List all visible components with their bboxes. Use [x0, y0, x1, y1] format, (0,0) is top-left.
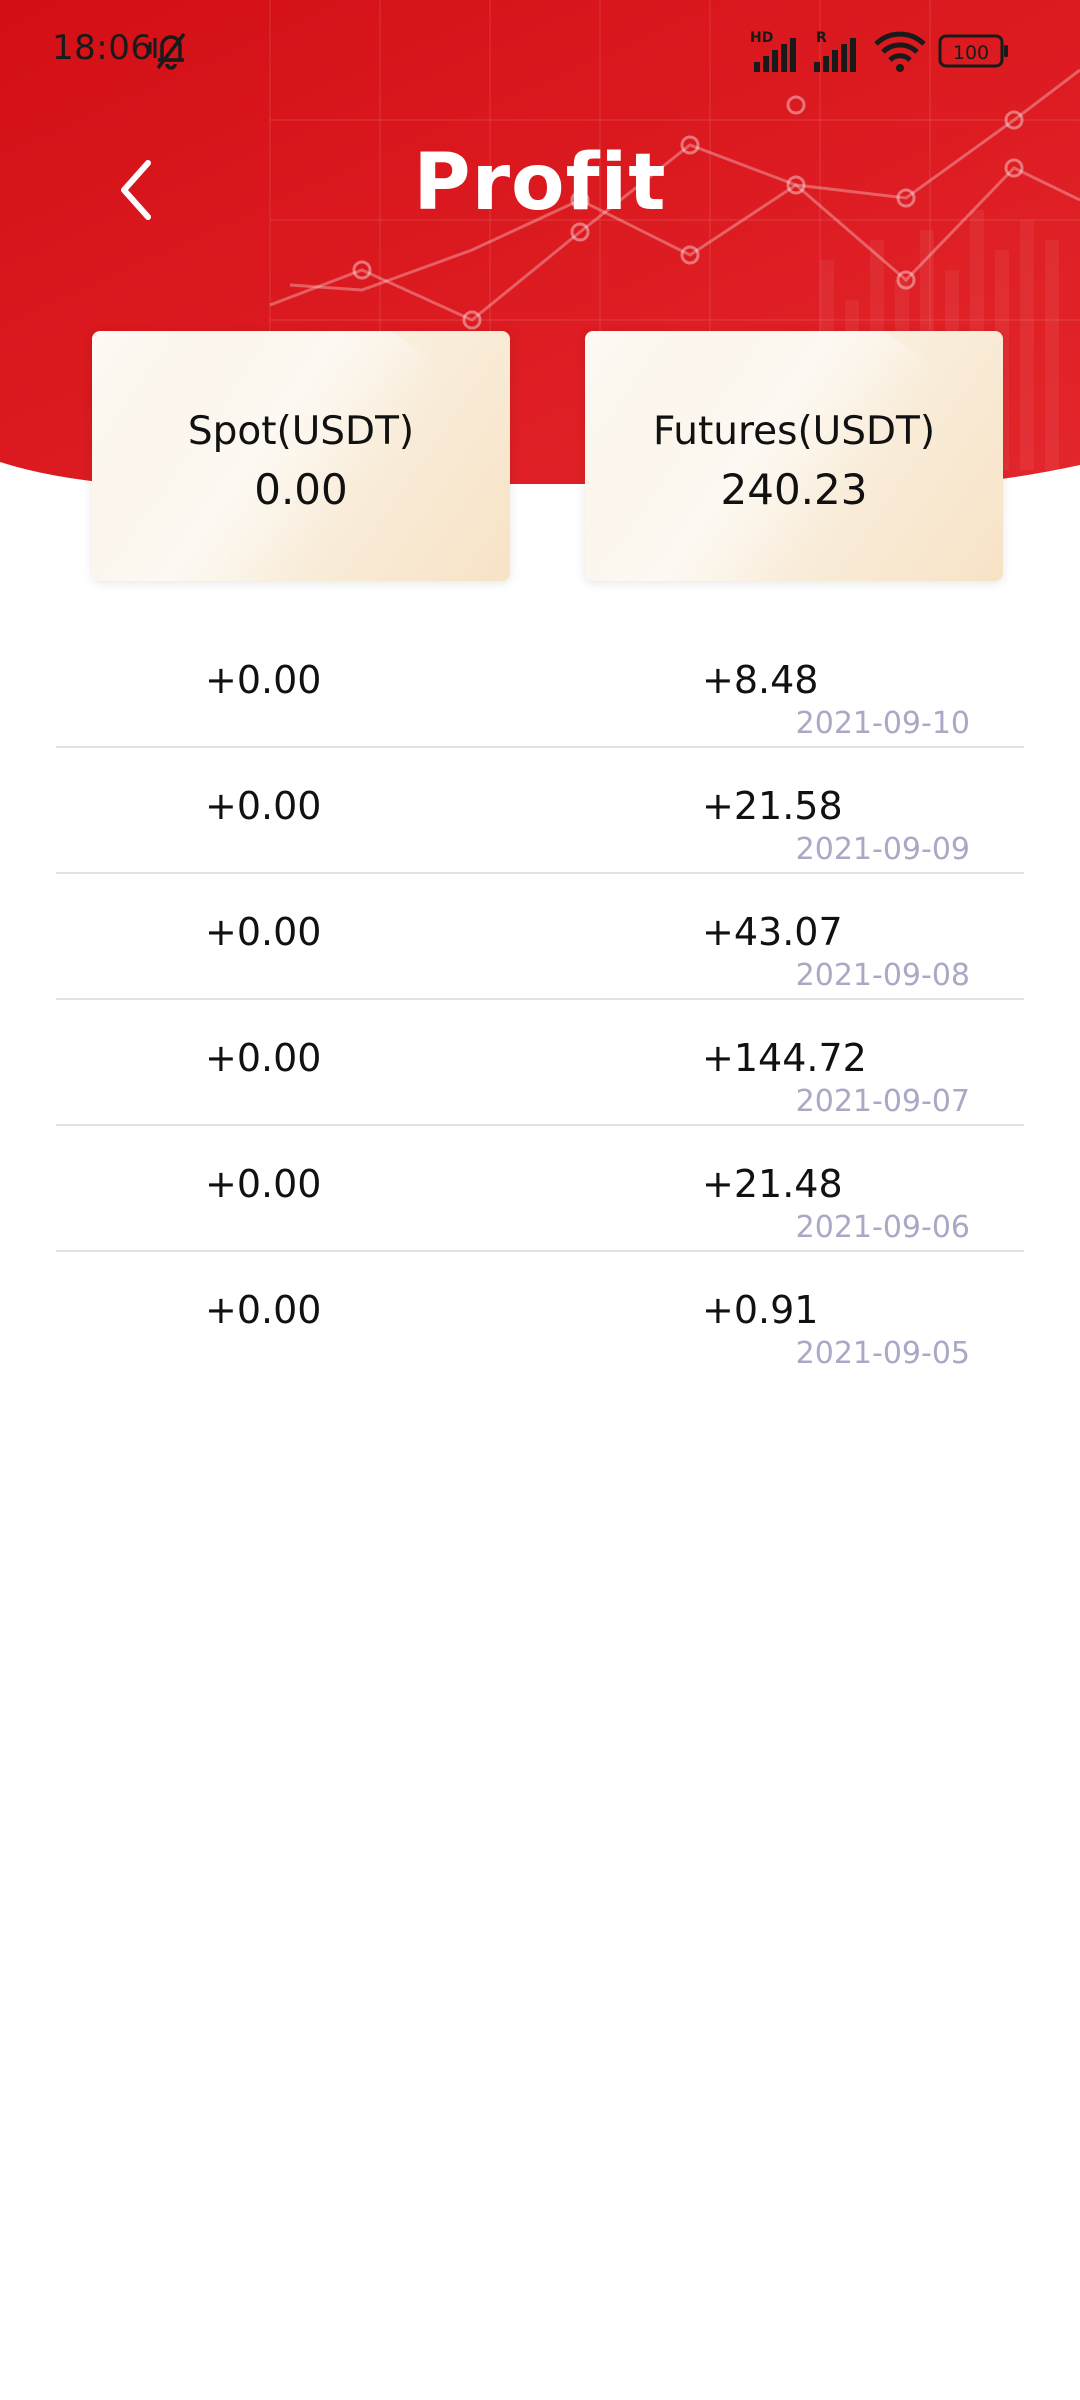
spot-label: Spot(USDT) [187, 409, 415, 454]
spot-profit: +0.00 [205, 1288, 322, 1332]
list-item: +0.00 +21.48 2021-09-06 [56, 1126, 1024, 1252]
list-item: +0.00 +144.72 2021-09-07 [56, 1000, 1024, 1126]
futures-profit: +0.91 [702, 1288, 819, 1332]
status-icons: HD R 100 [750, 22, 1080, 78]
profit-record-list: +0.00 +8.48 2021-09-10 +0.00 +21.58 2021… [56, 622, 1024, 1376]
futures-profit: +21.58 [702, 784, 843, 828]
battery-level: 100 [953, 42, 989, 64]
profit-page: 18:06 HD R 100 Profit Spot(USDT) 0.00 Fu… [0, 0, 1080, 2400]
record-date: 2021-09-05 [795, 1336, 970, 1371]
signal-r-icon: R [814, 30, 856, 72]
status-time: 18:06 [52, 28, 153, 68]
wifi-icon [874, 31, 926, 72]
signal-hd-icon: HD [750, 30, 796, 72]
futures-profit: +21.48 [702, 1162, 843, 1206]
spot-total-value: 0.00 [254, 465, 348, 514]
record-date: 2021-09-08 [795, 958, 970, 993]
spot-profit: +0.00 [205, 910, 322, 954]
spot-summary-card: Spot(USDT) 0.00 [92, 331, 510, 581]
record-date: 2021-09-10 [795, 706, 970, 741]
futures-profit: +8.48 [702, 658, 819, 702]
record-date: 2021-09-09 [795, 832, 970, 867]
futures-profit: +144.72 [702, 1036, 867, 1080]
futures-label: Futures(USDT) [652, 409, 936, 454]
bell-muted-icon [146, 26, 194, 72]
futures-summary-card: Futures(USDT) 240.23 [585, 331, 1003, 581]
page-title: Profit [413, 138, 667, 228]
status-bar: 18:06 HD R 100 [0, 0, 1080, 100]
list-item: +0.00 +0.91 2021-09-05 [56, 1252, 1024, 1376]
list-item: +0.00 +43.07 2021-09-08 [56, 874, 1024, 1000]
list-item: +0.00 +8.48 2021-09-10 [56, 622, 1024, 748]
network-hd-label: HD [750, 30, 773, 46]
list-item: +0.00 +21.58 2021-09-09 [56, 748, 1024, 874]
spot-profit: +0.00 [205, 1036, 322, 1080]
record-date: 2021-09-06 [795, 1210, 970, 1245]
network-r-label: R [816, 30, 827, 46]
spot-profit: +0.00 [205, 658, 322, 702]
spot-profit: +0.00 [205, 784, 322, 828]
futures-total-value: 240.23 [720, 465, 868, 514]
record-date: 2021-09-07 [795, 1084, 970, 1119]
futures-profit: +43.07 [702, 910, 843, 954]
spot-profit: +0.00 [205, 1162, 322, 1206]
battery-icon: 100 [938, 34, 1008, 68]
